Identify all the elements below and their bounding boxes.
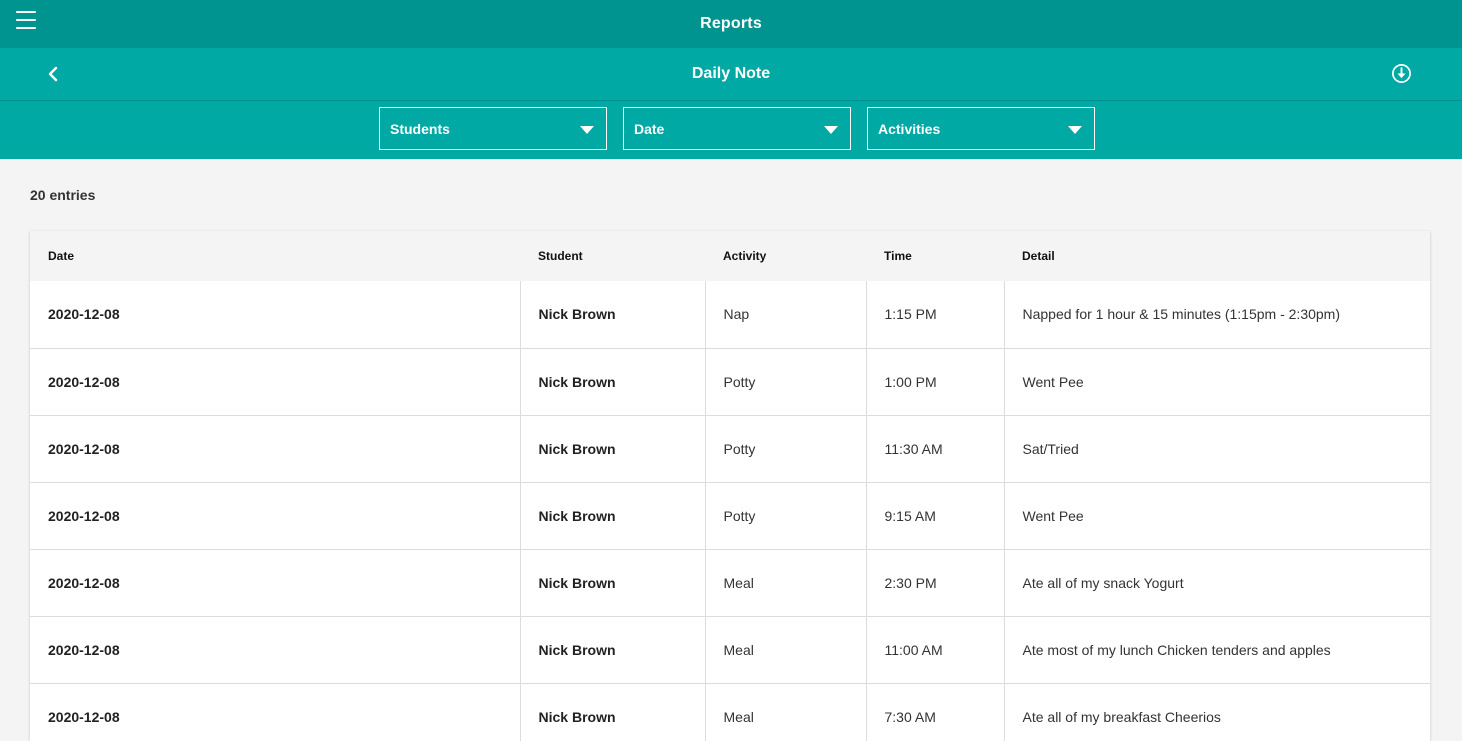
page-header: Daily Note — [0, 48, 1462, 101]
report-table: Date Student Activity Time Detail 2020-1… — [30, 231, 1430, 741]
cell-student: Nick Brown — [519, 348, 705, 416]
cell-date: 2020-12-08 — [30, 281, 520, 349]
cell-activity: Potty — [704, 348, 866, 416]
cell-date: 2020-12-08 — [30, 348, 520, 416]
column-header-date[interactable]: Date — [30, 231, 520, 281]
filter-bar: Students Date Activities — [0, 101, 1462, 159]
cell-activity: Meal — [704, 616, 866, 684]
page-title: Daily Note — [691, 65, 771, 82]
cell-time: 2:30 PM — [865, 549, 1004, 617]
chevron-down-icon — [824, 126, 838, 134]
cell-detail: Sat/Tried — [1003, 415, 1430, 483]
cell-detail: Went Pee — [1003, 482, 1430, 550]
cell-detail: Ate all of my breakfast Cheerios — [1003, 683, 1430, 741]
cell-activity: Meal — [704, 683, 866, 741]
cell-date: 2020-12-08 — [30, 549, 520, 617]
cell-student: Nick Brown — [519, 683, 705, 741]
cell-student: Nick Brown — [519, 482, 705, 550]
cell-activity: Meal — [704, 549, 866, 617]
cell-time: 7:30 AM — [865, 683, 1004, 741]
activities-filter[interactable]: Activities — [867, 107, 1095, 150]
date-filter[interactable]: Date — [623, 107, 851, 150]
table-row[interactable]: 2020-12-08 Nick Brown Potty 9:15 AM Went… — [30, 482, 1430, 550]
table-header-row: Date Student Activity Time Detail — [30, 231, 1430, 281]
cell-time: 11:30 AM — [865, 415, 1004, 483]
back-icon[interactable] — [44, 64, 64, 84]
menu-icon[interactable] — [16, 11, 36, 29]
chevron-down-icon — [1068, 126, 1082, 134]
cell-activity: Potty — [704, 482, 866, 550]
cell-time: 11:00 AM — [865, 616, 1004, 684]
cell-activity: Nap — [704, 281, 866, 349]
cell-student: Nick Brown — [519, 281, 705, 349]
table-row[interactable]: 2020-12-08 Nick Brown Potty 1:00 PM Went… — [30, 348, 1430, 416]
column-header-activity[interactable]: Activity — [705, 231, 866, 281]
cell-time: 1:00 PM — [865, 348, 1004, 416]
table-row[interactable]: 2020-12-08 Nick Brown Meal 2:30 PM Ate a… — [30, 549, 1430, 617]
cell-detail: Ate all of my snack Yogurt — [1003, 549, 1430, 617]
cell-student: Nick Brown — [519, 616, 705, 684]
entries-count: 20 entries — [30, 187, 96, 203]
table-row[interactable]: 2020-12-08 Nick Brown Meal 7:30 AM Ate a… — [30, 683, 1430, 741]
cell-student: Nick Brown — [519, 549, 705, 617]
students-filter[interactable]: Students — [379, 107, 607, 150]
app-title: Reports — [700, 15, 762, 32]
cell-time: 9:15 AM — [865, 482, 1004, 550]
activities-filter-label: Activities — [878, 120, 941, 137]
cell-date: 2020-12-08 — [30, 482, 520, 550]
cell-date: 2020-12-08 — [30, 616, 520, 684]
cell-date: 2020-12-08 — [30, 415, 520, 483]
cell-detail: Went Pee — [1003, 348, 1430, 416]
column-header-detail[interactable]: Detail — [1004, 231, 1430, 281]
column-header-time[interactable]: Time — [866, 231, 1004, 281]
download-icon[interactable] — [1391, 63, 1412, 84]
cell-date: 2020-12-08 — [30, 683, 520, 741]
cell-detail: Ate most of my lunch Chicken tenders and… — [1003, 616, 1430, 684]
table-row[interactable]: 2020-12-08 Nick Brown Meal 11:00 AM Ate … — [30, 616, 1430, 684]
table-row[interactable]: 2020-12-08 Nick Brown Potty 11:30 AM Sat… — [30, 415, 1430, 483]
date-filter-label: Date — [634, 120, 665, 137]
table-row[interactable]: 2020-12-08 Nick Brown Nap 1:15 PM Napped… — [30, 281, 1430, 349]
cell-activity: Potty — [704, 415, 866, 483]
cell-student: Nick Brown — [519, 415, 705, 483]
chevron-down-icon — [580, 126, 594, 134]
students-filter-label: Students — [390, 120, 450, 137]
cell-time: 1:15 PM — [865, 281, 1004, 349]
app-header: Reports — [0, 0, 1462, 48]
column-header-student[interactable]: Student — [520, 231, 705, 281]
cell-detail: Napped for 1 hour & 15 minutes (1:15pm -… — [1003, 281, 1430, 349]
